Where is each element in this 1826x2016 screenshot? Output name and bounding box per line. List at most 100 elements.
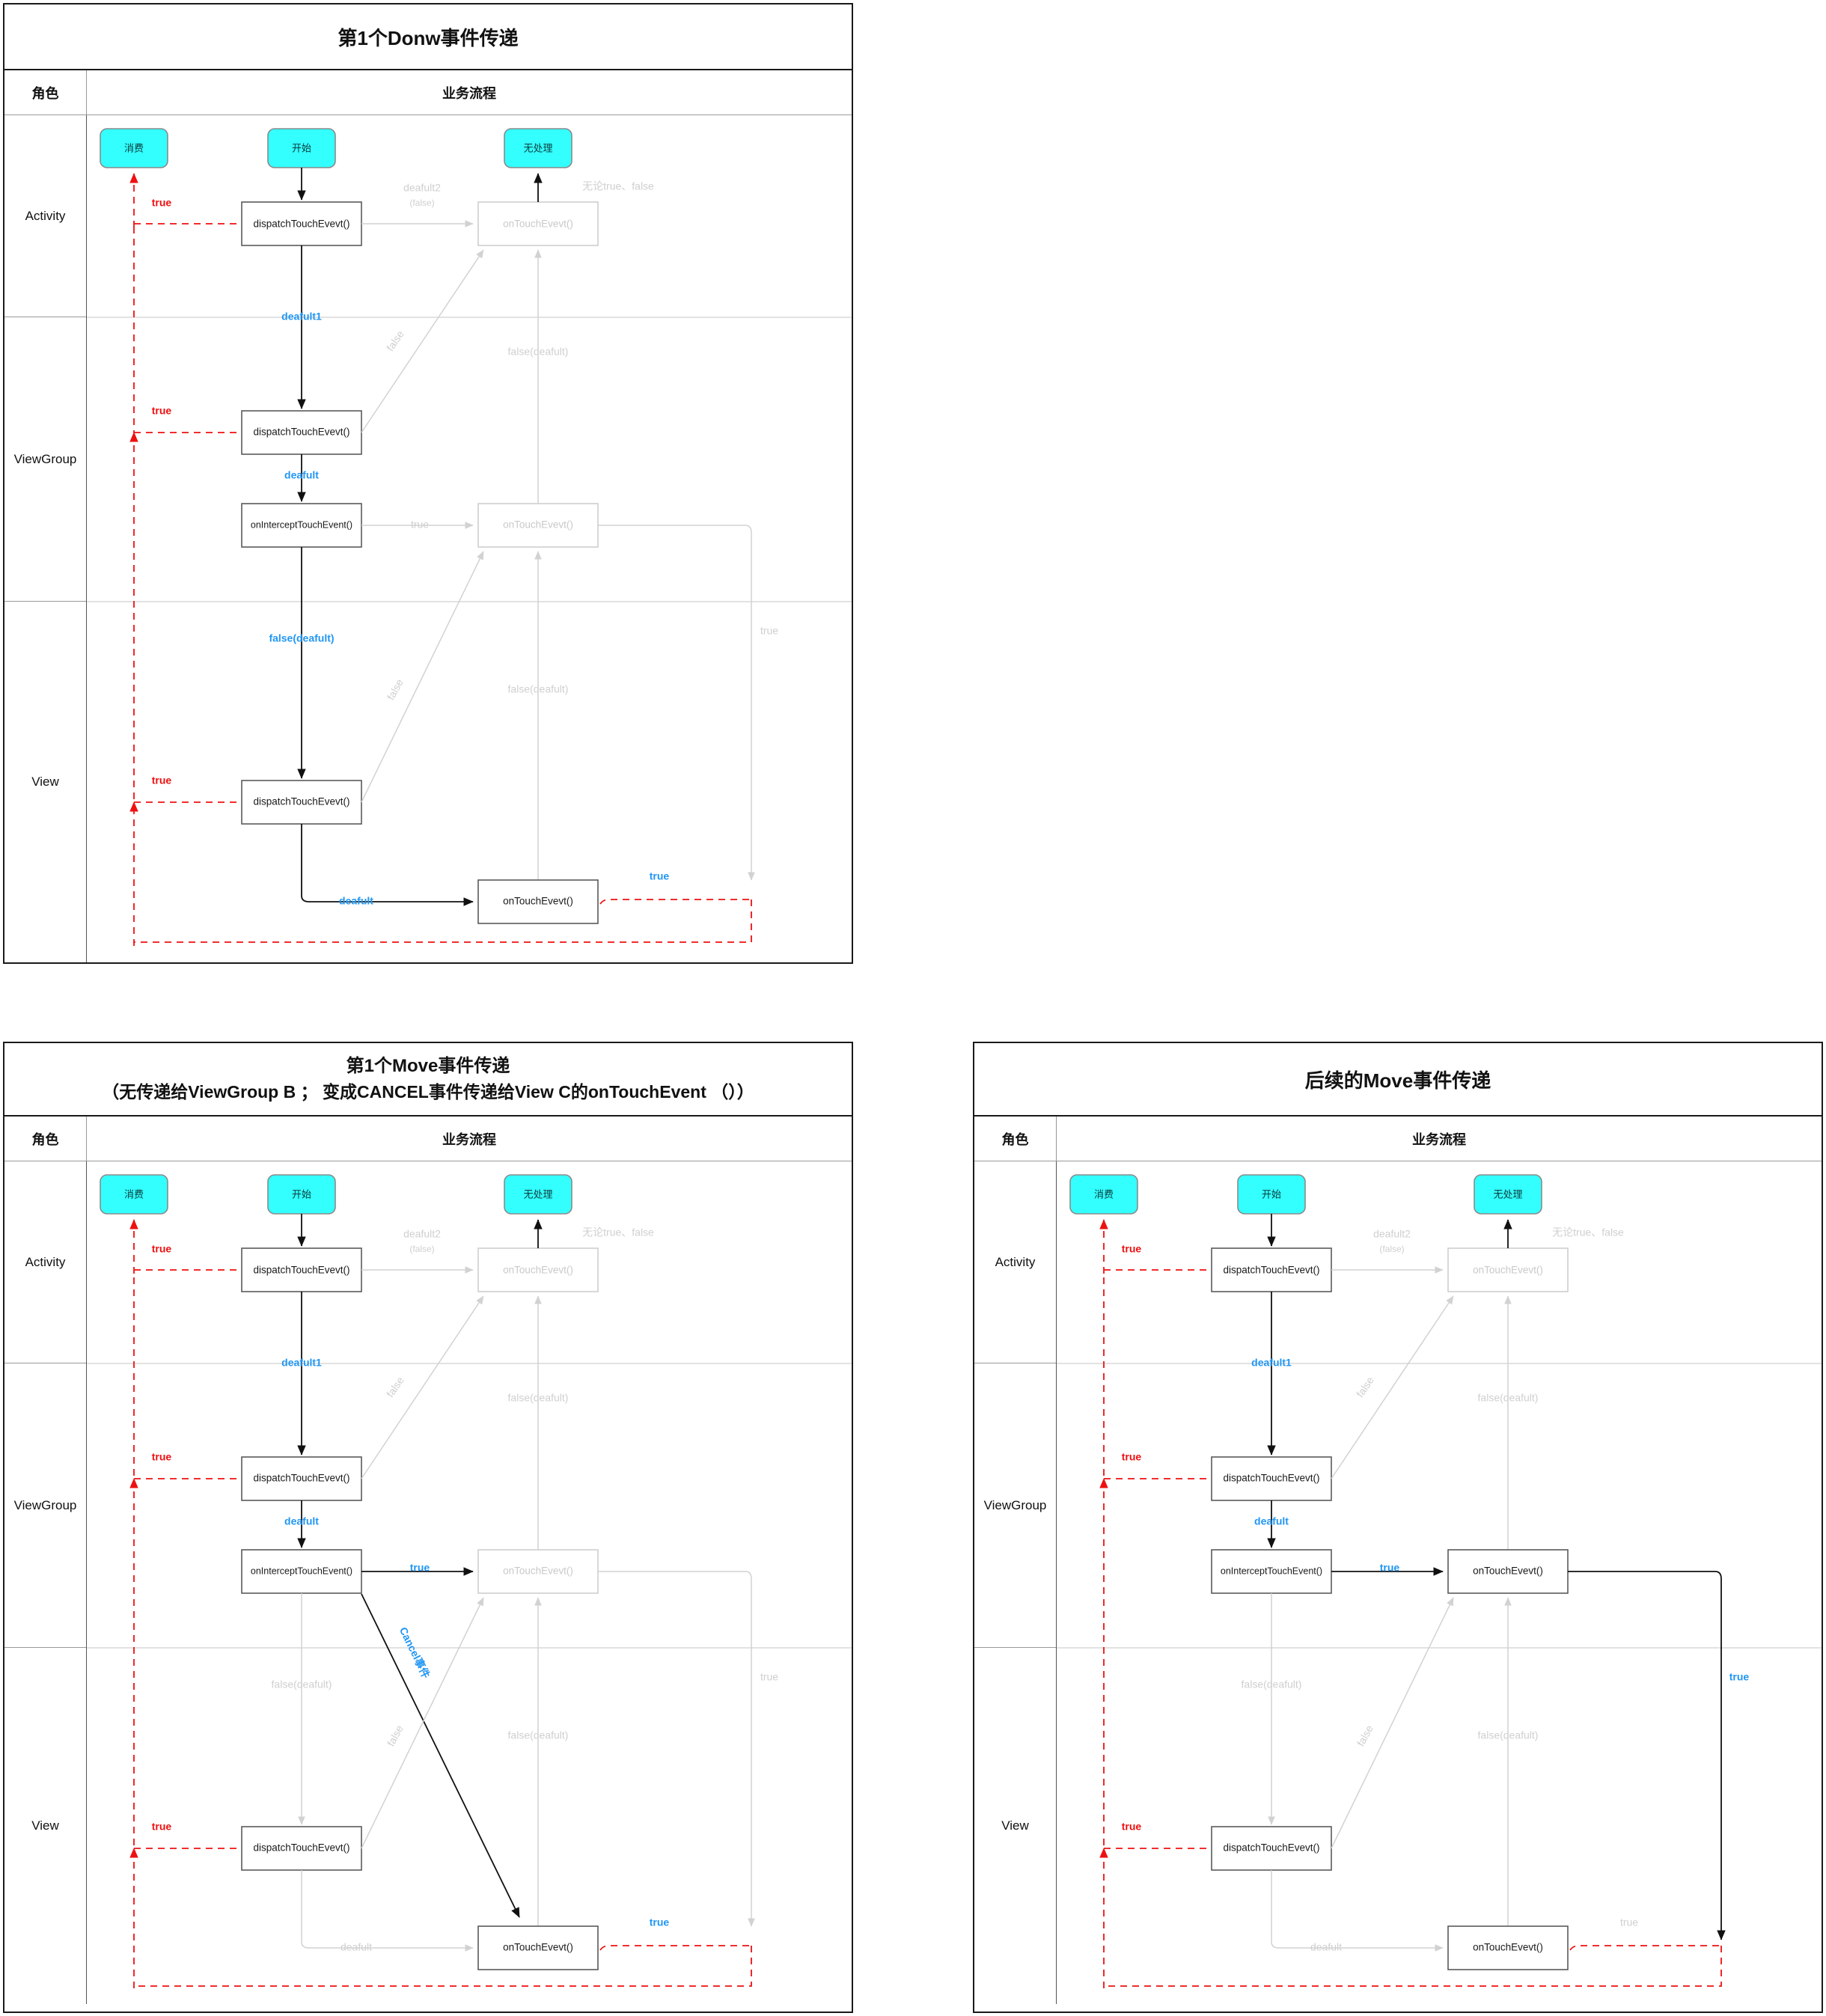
swimlane-body: Activity ViewGroup View 消费 开始 无处理 dispat… [4,115,852,962]
edge-red-view-ontouch-right [599,1945,751,1951]
lane-label-activity: Activity [974,1161,1056,1363]
edge-red-bottom-loop [134,899,752,943]
label-deafult1: deafult1 [1251,1357,1292,1369]
svg-text:dispatchTouchEvevt(): dispatchTouchEvevt() [1223,1265,1319,1276]
panel-title: 第1个Move事件传递 [346,1055,510,1076]
label-false-diag-vg: false [384,328,406,353]
label-ontouch-true: true [650,870,670,882]
lane-label-viewgroup: ViewGroup [4,317,86,602]
diagram-panel-subsequent-move-event: 后续的Move事件传递 角色 业务流程 Activity ViewGroup V… [973,1042,1823,2013]
column-header-flow: 业务流程 [442,1131,496,1147]
lane-label-view: View [31,1818,59,1833]
label-cancel-event: Cancel事件 [397,1625,433,1680]
svg-text:onTouchEvevt(): onTouchEvevt() [1473,1942,1543,1953]
svg-text:无处理: 无处理 [1493,1188,1522,1200]
label-false-deafult-view-left: false(deafult) [272,1679,332,1690]
svg-text:开始: 开始 [292,142,311,153]
label-deafult2: deafult2 [403,182,441,194]
label-deafult: deafult [1254,1515,1289,1527]
label-false-deafult-view-left: false(deafult) [1242,1679,1302,1690]
lane-label-column: Activity ViewGroup View [4,115,87,962]
panel-subtitle: （无传递给ViewGroup B ； 变成CANCEL事件传递给View C的o… [102,1081,754,1102]
edge-right-true-down [598,525,755,881]
node-view-ontouch: onTouchEvevt() [477,879,599,924]
node-viewgroup-dispatch: dispatchTouchEvevt() [1211,1456,1332,1501]
svg-text:onTouchEvevt(): onTouchEvevt() [503,1566,573,1577]
column-header-role: 角色 [974,1117,1057,1161]
terminal-start: 开始 [267,128,336,168]
column-header-role: 角色 [4,70,87,114]
svg-text:消费: 消费 [124,142,144,153]
svg-text:dispatchTouchEvevt(): dispatchTouchEvevt() [253,219,349,230]
label-view-true: true [152,1821,172,1833]
flow-canvas-wrapper: 消费 开始 无处理 dispatchTouchEvevt() onTouchEv… [87,1161,852,2004]
terminal-nohandle: 无处理 [504,128,572,168]
label-deafult2-false: (false) [1379,1244,1404,1254]
lane-label-viewgroup: ViewGroup [974,1363,1056,1648]
node-activity-ontouch: onTouchEvevt() [1447,1247,1569,1292]
label-deafult: deafult [284,1515,319,1527]
terminal-consume: 消费 [100,128,168,168]
label-deafult1: deafult1 [281,1357,322,1369]
label-ontouch-true: true [650,1916,670,1928]
column-header-role: 角色 [4,1117,87,1161]
svg-text:开始: 开始 [292,1188,311,1200]
column-header-flow: 业务流程 [1412,1131,1466,1147]
svg-text:消费: 消费 [124,1188,144,1200]
svg-text:onInterceptTouchEvent(): onInterceptTouchEvent() [251,519,352,530]
svg-text:dispatchTouchEvevt(): dispatchTouchEvevt() [253,1473,349,1484]
panel-title-bar: 第1个Donw事件传递 [4,4,852,70]
terminal-consume: 消费 [1069,1174,1138,1215]
flow-diagram-down: 消费 开始 无处理 dispatchTouchEvevt() onTouchEv… [87,128,852,946]
svg-text:onTouchEvevt(): onTouchEvevt() [503,519,573,531]
column-header-row: 角色 业务流程 [974,1117,1822,1161]
terminal-consume: 消费 [100,1174,168,1215]
label-intercept-true: true [411,519,429,531]
lane-label-activity: Activity [4,1161,86,1363]
svg-text:无处理: 无处理 [523,1188,552,1200]
label-viewgroup-true: true [152,1451,172,1463]
node-activity-dispatch: dispatchTouchEvevt() [241,201,362,246]
svg-text:onTouchEvevt(): onTouchEvevt() [503,1265,573,1276]
label-view-deafult: deafult [341,1941,372,1953]
lane-label-view: View [31,775,59,789]
edge-view-dispatch-to-ontouch [1271,1870,1444,1952]
label-view-deafult: deafult [1310,1941,1342,1953]
node-viewgroup-dispatch: dispatchTouchEvevt() [241,1456,362,1501]
edge-cancel-event-diagonal [361,1593,520,1918]
svg-text:dispatchTouchEvevt(): dispatchTouchEvevt() [253,796,349,807]
label-intercept-true: true [1380,1562,1400,1574]
edge-red-bottom-loop [134,1946,752,1987]
label-deafult2: deafult2 [1373,1228,1411,1240]
node-activity-dispatch: dispatchTouchEvevt() [241,1247,362,1292]
label-view-true: true [152,775,172,786]
label-false-diag-view: false [385,1723,406,1748]
label-regardless: 无论true、false [1552,1227,1624,1238]
flow-diagram-first-move: 消费 开始 无处理 dispatchTouchEvevt() onTouchEv… [87,1174,852,1988]
label-deafult2: deafult2 [403,1228,441,1240]
label-activity-true: true [1122,1243,1142,1255]
node-viewgroup-ontouch: onTouchEvevt() [477,503,599,548]
label-deafult2-false: (false) [409,1244,434,1254]
panel-title-bar: 后续的Move事件传递 [974,1043,1822,1117]
edge-view-dispatch-to-ontouch [301,1870,474,1952]
diagram-panel-first-move-event: 第1个Move事件传递 （无传递给ViewGroup B ； 变成CANCEL事… [3,1042,853,2013]
label-deafult: deafult [284,469,319,481]
panel-title: 后续的Move事件传递 [1304,1069,1491,1092]
label-intercept-true: true [410,1562,430,1574]
lane-label-view: View [1001,1818,1029,1833]
label-false-diag-vg: false [1354,1374,1376,1399]
label-viewgroup-true: true [152,405,172,417]
edge-view-dispatch-to-ontouch [301,824,474,906]
svg-text:开始: 开始 [1262,1188,1281,1200]
svg-text:dispatchTouchEvevt(): dispatchTouchEvevt() [253,1842,349,1854]
swimlane-body: Activity ViewGroup View 消费 开始 无处理 dispat… [974,1161,1822,2004]
diagram-panel-down-event: 第1个Donw事件传递 角色 业务流程 Activity ViewGroup V… [3,3,853,964]
svg-text:dispatchTouchEvevt(): dispatchTouchEvevt() [253,1265,349,1276]
svg-text:onTouchEvevt(): onTouchEvevt() [1473,1566,1543,1577]
flow-diagram-subsequent-move: 消费 开始 无处理 dispatchTouchEvevt() onTouchEv… [1057,1174,1822,1988]
label-regardless: 无论true、false [582,1227,654,1238]
label-false-diag-view: false [385,676,406,702]
label-ontouch-true: true [1620,1916,1638,1928]
node-viewgroup-intercept: onInterceptTouchEvent() [1211,1549,1332,1594]
